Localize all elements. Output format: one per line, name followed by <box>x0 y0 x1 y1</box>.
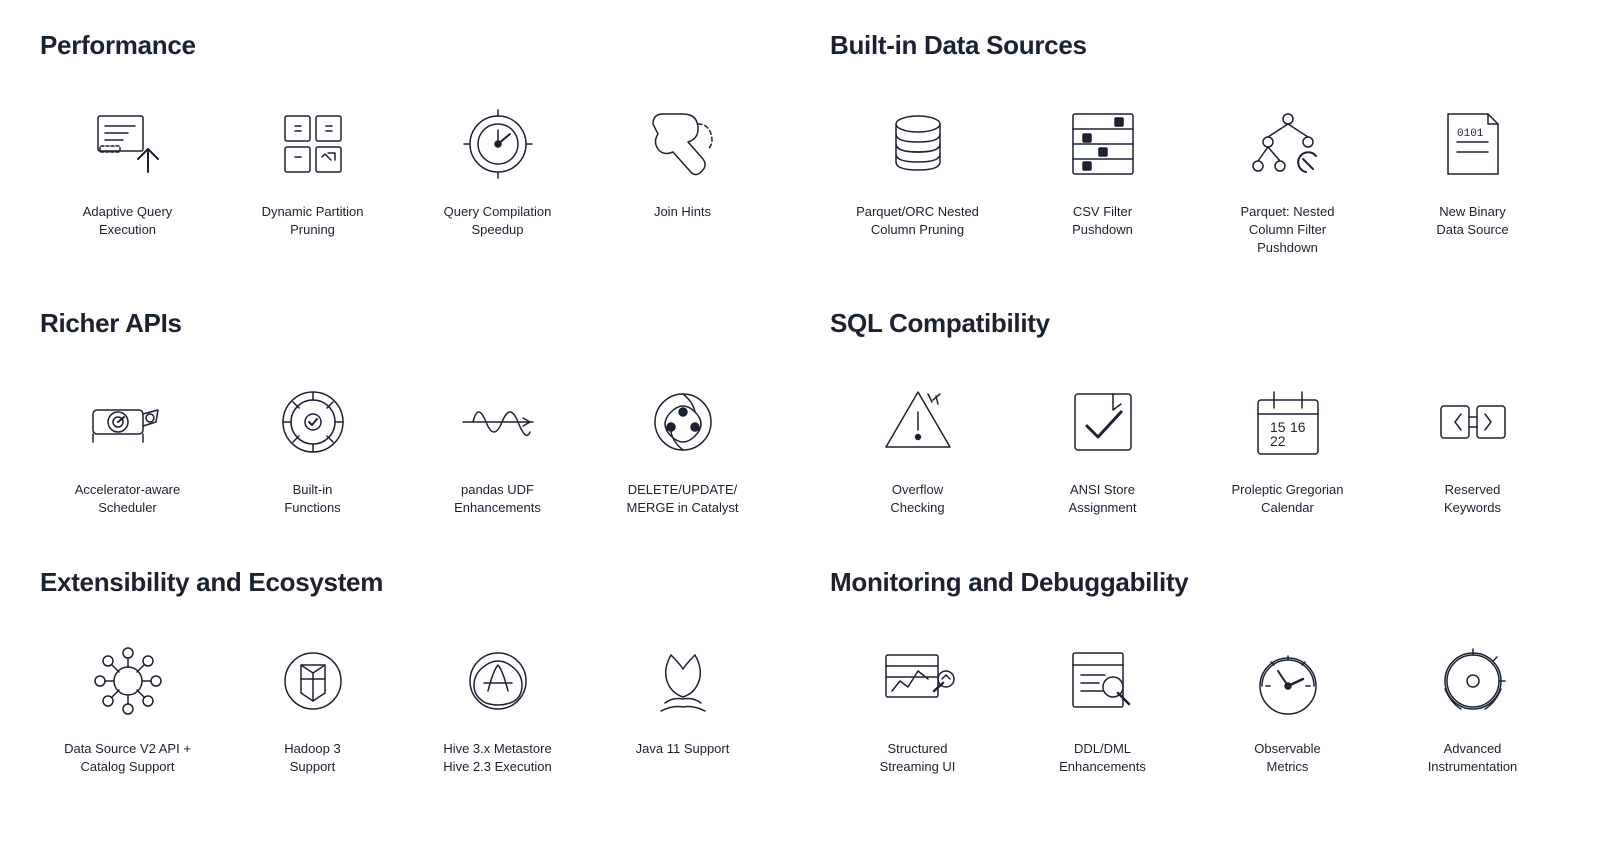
hadoop3-icon <box>268 636 358 726</box>
parquet-nested-label: Parquet: NestedColumn FilterPushdown <box>1241 203 1335 258</box>
item-observable-metrics: ObservableMetrics <box>1200 626 1375 786</box>
item-join-hints: Join Hints <box>595 89 770 249</box>
adaptive-query-icon <box>83 99 173 189</box>
observable-metrics-label: ObservableMetrics <box>1254 740 1320 776</box>
extensibility-grid: Data Source V2 API +Catalog Support Hado… <box>40 626 770 786</box>
new-binary-label: New BinaryData Source <box>1436 203 1508 239</box>
section-title-extensibility: Extensibility and Ecosystem <box>40 567 770 598</box>
item-dynamic-partition: Dynamic PartitionPruning <box>225 89 400 249</box>
page-layout: Performance Adaptive QueryExecution <box>40 30 1560 826</box>
parquet-orc-icon <box>873 99 963 189</box>
delete-update-icon <box>638 377 728 467</box>
svg-text:16: 16 <box>1290 419 1306 435</box>
section-title-performance: Performance <box>40 30 770 61</box>
structured-streaming-icon <box>873 636 963 726</box>
item-csv-filter: CSV FilterPushdown <box>1015 89 1190 268</box>
observable-metrics-icon <box>1243 636 1333 726</box>
item-adaptive-query: Adaptive QueryExecution <box>40 89 215 249</box>
item-new-binary: 0101 New BinaryData Source <box>1385 89 1560 268</box>
item-advanced-instrumentation: AdvancedInstrumentation <box>1385 626 1560 786</box>
item-datasource-v2: Data Source V2 API +Catalog Support <box>40 626 215 786</box>
monitoring-grid: StructuredStreaming UI DDL/DMLEnhancemen <box>830 626 1560 786</box>
item-delete-update: DELETE/UPDATE/MERGE in Catalyst <box>595 367 770 527</box>
dynamic-partition-icon <box>268 99 358 189</box>
proleptic-icon: 15 16 22 <box>1243 377 1333 467</box>
adaptive-query-label: Adaptive QueryExecution <box>83 203 173 239</box>
section-performance: Performance Adaptive QueryExecution <box>40 30 770 268</box>
java11-icon <box>638 636 728 726</box>
item-parquet-nested: Parquet: NestedColumn FilterPushdown <box>1200 89 1375 268</box>
section-title-built-in: Built-in Data Sources <box>830 30 1560 61</box>
section-monitoring: Monitoring and Debuggability StructuredS… <box>830 567 1560 786</box>
hadoop3-label: Hadoop 3Support <box>284 740 340 776</box>
built-in-functions-icon <box>268 377 358 467</box>
section-built-in-data-sources: Built-in Data Sources Parquet/ORC Nested… <box>830 30 1560 268</box>
csv-filter-label: CSV FilterPushdown <box>1072 203 1133 239</box>
item-query-compilation: Query CompilationSpeedup <box>410 89 585 249</box>
structured-streaming-label: StructuredStreaming UI <box>880 740 956 776</box>
hive-metastore-label: Hive 3.x MetastoreHive 2.3 Execution <box>443 740 551 776</box>
section-sql-compatibility: SQL Compatibility OverflowChecking <box>830 308 1560 527</box>
pandas-udf-icon <box>453 377 543 467</box>
accelerator-aware-label: Accelerator-awareScheduler <box>75 481 181 517</box>
section-extensibility: Extensibility and Ecosystem <box>40 567 770 786</box>
item-java11: Java 11 Support <box>595 626 770 786</box>
section-title-sql: SQL Compatibility <box>830 308 1560 339</box>
parquet-orc-label: Parquet/ORC NestedColumn Pruning <box>856 203 979 239</box>
reserved-keywords-icon <box>1428 377 1518 467</box>
item-accelerator-aware: Accelerator-awareScheduler <box>40 367 215 527</box>
item-built-in-functions: Built-inFunctions <box>225 367 400 527</box>
item-ddl-dml: DDL/DMLEnhancements <box>1015 626 1190 786</box>
sql-compat-grid: OverflowChecking ANSI StoreAssignment <box>830 367 1560 527</box>
accelerator-aware-icon <box>83 377 173 467</box>
reserved-keywords-label: ReservedKeywords <box>1444 481 1501 517</box>
overflow-checking-label: OverflowChecking <box>890 481 944 517</box>
ddl-dml-label: DDL/DMLEnhancements <box>1059 740 1146 776</box>
richer-apis-grid: Accelerator-awareScheduler Built-inFunct… <box>40 367 770 527</box>
section-title-richer-apis: Richer APIs <box>40 308 770 339</box>
delete-update-label: DELETE/UPDATE/MERGE in Catalyst <box>627 481 739 517</box>
query-compilation-label: Query CompilationSpeedup <box>444 203 552 239</box>
performance-grid: Adaptive QueryExecution <box>40 89 770 249</box>
hive-metastore-icon <box>453 636 543 726</box>
svg-text:22: 22 <box>1270 433 1286 449</box>
parquet-nested-icon <box>1243 99 1333 189</box>
item-parquet-orc: Parquet/ORC NestedColumn Pruning <box>830 89 1005 268</box>
datasource-v2-icon <box>83 636 173 726</box>
join-hints-label: Join Hints <box>654 203 711 221</box>
ansi-store-label: ANSI StoreAssignment <box>1069 481 1137 517</box>
query-compilation-icon <box>453 99 543 189</box>
datasource-v2-label: Data Source V2 API +Catalog Support <box>64 740 191 776</box>
item-hive-metastore: Hive 3.x MetastoreHive 2.3 Execution <box>410 626 585 786</box>
item-proleptic: 15 16 22 Proleptic GregorianCalendar <box>1200 367 1375 527</box>
built-in-grid: Parquet/ORC NestedColumn Pruning <box>830 89 1560 268</box>
advanced-instrumentation-icon <box>1428 636 1518 726</box>
item-structured-streaming: StructuredStreaming UI <box>830 626 1005 786</box>
new-binary-icon: 0101 <box>1428 99 1518 189</box>
item-hadoop3: Hadoop 3Support <box>225 626 400 786</box>
item-pandas-udf: pandas UDFEnhancements <box>410 367 585 527</box>
section-richer-apis: Richer APIs Accelerator-aware <box>40 308 770 527</box>
csv-filter-icon <box>1058 99 1148 189</box>
built-in-functions-label: Built-inFunctions <box>284 481 340 517</box>
item-overflow-checking: OverflowChecking <box>830 367 1005 527</box>
item-ansi-store: ANSI StoreAssignment <box>1015 367 1190 527</box>
advanced-instrumentation-label: AdvancedInstrumentation <box>1428 740 1518 776</box>
svg-text:0101: 0101 <box>1457 128 1484 140</box>
join-hints-icon <box>638 99 728 189</box>
ddl-dml-icon <box>1058 636 1148 726</box>
dynamic-partition-label: Dynamic PartitionPruning <box>262 203 364 239</box>
pandas-udf-label: pandas UDFEnhancements <box>454 481 541 517</box>
java11-label: Java 11 Support <box>636 740 730 758</box>
ansi-store-icon <box>1058 377 1148 467</box>
item-reserved-keywords: ReservedKeywords <box>1385 367 1560 527</box>
section-title-monitoring: Monitoring and Debuggability <box>830 567 1560 598</box>
proleptic-label: Proleptic GregorianCalendar <box>1232 481 1344 517</box>
overflow-checking-icon <box>873 377 963 467</box>
